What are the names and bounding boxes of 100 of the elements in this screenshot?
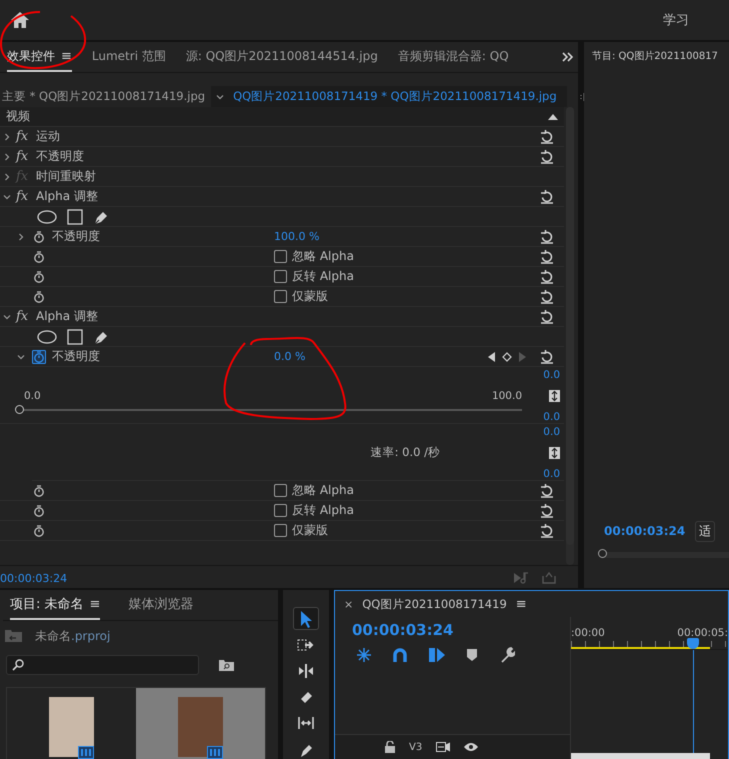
marker-icon[interactable]: [467, 649, 477, 661]
stopwatch-icon[interactable]: [32, 504, 46, 518]
checkbox-label: 仅蒙版: [292, 288, 328, 305]
checkbox-label: 忽略 Alpha: [292, 248, 354, 265]
stopwatch-icon[interactable]: [32, 524, 46, 538]
playhead[interactable]: [687, 638, 700, 649]
ellipse-mask-icon[interactable]: [37, 330, 57, 344]
scrollbar[interactable]: [566, 107, 574, 565]
reset-icon[interactable]: [540, 310, 554, 324]
chevron-right-icon[interactable]: [2, 172, 12, 182]
checkbox-label: 反转 Alpha: [292, 502, 354, 519]
chevron-right-icon[interactable]: [2, 132, 12, 142]
effect-name[interactable]: 时间重映射: [36, 168, 540, 185]
filmstrip-icon: [207, 746, 223, 759]
workspace-tab[interactable]: 学习: [663, 11, 729, 29]
stopwatch-icon[interactable]: [32, 484, 46, 498]
menu-icon[interactable]: ≡: [90, 596, 100, 612]
checkbox-label: 仅蒙版: [292, 522, 328, 539]
reset-icon[interactable]: [540, 524, 554, 538]
chevron-right-icon[interactable]: [16, 232, 26, 242]
effect-name[interactable]: Alpha 调整: [36, 188, 540, 205]
close-button[interactable]: ×: [344, 598, 354, 610]
reset-icon[interactable]: [540, 150, 554, 164]
chevron-right-icon[interactable]: [2, 152, 12, 162]
parameter-value[interactable]: 100.0 %: [274, 230, 526, 243]
time-ruler[interactable]: :00:00 00:00:05:: [571, 617, 728, 650]
checkbox[interactable]: [274, 484, 287, 497]
add-keyframe-icon[interactable]: [502, 352, 512, 362]
fx-toggle[interactable]: fx: [16, 129, 36, 144]
clip[interactable]: [571, 753, 710, 759]
checkbox[interactable]: [274, 504, 287, 517]
reset-icon[interactable]: [540, 350, 554, 364]
sequence-tab[interactable]: QQ图片20211008171419: [362, 596, 507, 612]
scale-value: 0.0: [543, 468, 560, 480]
magnet-icon[interactable]: [393, 648, 407, 662]
panel-tab[interactable]: 效果控件 ≡: [7, 42, 72, 72]
panel-tab[interactable]: 节目: QQ图片2021100817: [584, 42, 729, 72]
fx-toggle[interactable]: fx: [16, 149, 36, 164]
more-panels-icon[interactable]: [562, 52, 574, 62]
stopwatch-icon[interactable]: [32, 290, 46, 304]
reset-icon[interactable]: [540, 230, 554, 244]
panel-tab[interactable]: 项目: 未命名 ≡: [10, 590, 100, 620]
menu-icon[interactable]: ≡: [61, 48, 72, 64]
panel-tab[interactable]: 媒体浏览器: [128, 590, 194, 620]
checkbox[interactable]: [274, 250, 287, 263]
scale-icon[interactable]: [549, 390, 560, 402]
reset-icon[interactable]: [540, 290, 554, 304]
panel-tab[interactable]: Lumetri 范围: [92, 42, 166, 72]
scale-value: 0.0: [543, 426, 560, 438]
collapse-icon[interactable]: [548, 113, 558, 120]
reset-icon[interactable]: [540, 484, 554, 498]
stopwatch-icon[interactable]: [32, 350, 46, 364]
reset-icon[interactable]: [540, 190, 554, 204]
reset-icon[interactable]: [540, 250, 554, 264]
range-max-label: 100.0: [492, 390, 522, 402]
filmstrip-icon: [78, 746, 94, 759]
tool-button[interactable]: [293, 607, 319, 630]
stopwatch-icon[interactable]: [32, 230, 46, 244]
section-label: 视频: [6, 108, 30, 125]
linked-selection-icon[interactable]: [429, 648, 445, 662]
eye-icon[interactable]: [464, 742, 478, 752]
reset-icon[interactable]: [540, 270, 554, 284]
reset-icon[interactable]: [540, 504, 554, 518]
work-area-bar[interactable]: [571, 646, 710, 649]
wrench-icon[interactable]: [499, 647, 515, 663]
search-icon: [12, 659, 24, 671]
effect-name[interactable]: 不透明度: [36, 148, 540, 165]
search-field[interactable]: [6, 655, 199, 675]
checkbox[interactable]: [274, 290, 287, 303]
rate-label: 速率: 0.0 /秒: [370, 444, 440, 460]
rectangle-mask-icon[interactable]: [67, 328, 83, 344]
fx-toggle[interactable]: fx: [16, 189, 36, 204]
fx-toggle[interactable]: fx: [16, 309, 36, 324]
new-bin-icon[interactable]: [219, 660, 234, 670]
sequence-clip-dropdown[interactable]: QQ图片20211008171419 * QQ图片20211008171419.jpg: [211, 86, 567, 107]
scale-value: 0.0: [543, 369, 560, 381]
timecode[interactable]: 00:00:03:24: [335, 617, 570, 639]
menu-icon[interactable]: ≡: [516, 596, 527, 612]
timecode[interactable]: 00:00:03:24: [0, 572, 68, 584]
stopwatch-icon[interactable]: [32, 270, 46, 284]
panel-tab[interactable]: 音频剪辑混合器: QQ: [398, 42, 509, 72]
effect-name[interactable]: 运动: [36, 128, 540, 145]
rectangle-mask-icon[interactable]: [67, 208, 83, 224]
reset-icon[interactable]: [540, 130, 554, 144]
scale-icon[interactable]: [549, 447, 560, 459]
checkbox[interactable]: [274, 270, 287, 283]
track-label[interactable]: V3: [409, 742, 422, 752]
parameter-value[interactable]: 0.0 %: [274, 350, 488, 363]
stopwatch-icon[interactable]: [32, 250, 46, 264]
previous-keyframe-icon[interactable]: [488, 352, 495, 362]
checkbox-label: 反转 Alpha: [292, 268, 354, 285]
zoom-dropdown[interactable]: 适: [695, 520, 716, 542]
home-icon[interactable]: [10, 11, 30, 29]
ellipse-mask-icon[interactable]: [37, 210, 57, 224]
timecode[interactable]: 00:00:03:24: [604, 524, 686, 538]
slider-thumb[interactable]: [15, 405, 24, 414]
checkbox[interactable]: [274, 524, 287, 537]
effect-name[interactable]: Alpha 调整: [36, 308, 540, 325]
panel-tab[interactable]: 源: QQ图片20211008144514.jpg: [186, 42, 378, 72]
lock-icon[interactable]: [385, 741, 395, 753]
